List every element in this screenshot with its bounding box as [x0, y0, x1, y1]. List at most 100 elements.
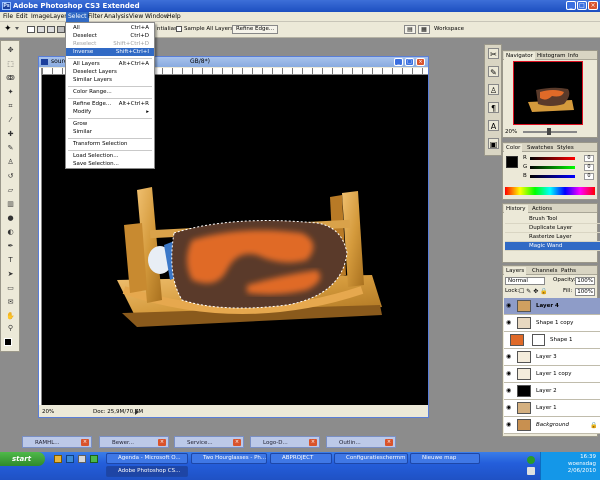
clone-source-icon[interactable]: ♙ — [488, 84, 499, 95]
layer-row-layer-3[interactable]: ◉ Layer 3 — [504, 349, 600, 366]
tab-info[interactable]: Info — [566, 52, 580, 60]
taskbar-button-nieuwe-map[interactable]: Nieuwe map — [410, 453, 480, 464]
visibility-eye-icon[interactable]: ◉ — [506, 320, 513, 326]
close-icon[interactable]: × — [588, 1, 598, 10]
r-slider[interactable] — [530, 157, 575, 160]
intersect-selection-icon[interactable] — [57, 26, 65, 33]
tab-channels[interactable]: Channels — [530, 267, 559, 275]
shape-tool-icon[interactable]: ▭ — [4, 283, 17, 293]
menu-item-grow[interactable]: Grow — [66, 120, 154, 128]
menu-item-transform-selection[interactable]: Transform Selection — [66, 140, 154, 148]
layer-row-layer-2[interactable]: ◉ Layer 2 — [504, 383, 600, 400]
tab-color[interactable]: Color — [504, 144, 523, 152]
taskbar-button-abproject[interactable]: ABPROJECT — [270, 453, 332, 464]
add-to-selection-icon[interactable] — [37, 26, 45, 33]
layer-row-shape-1-copy[interactable]: ◉ Shape 1 copy — [504, 315, 600, 332]
menu-item-similar[interactable]: Similar — [66, 128, 154, 136]
maximize-icon[interactable]: □ — [577, 1, 587, 10]
menu-item-deselect[interactable]: Deselect Ctrl+D — [66, 32, 154, 40]
menu-item-all[interactable]: All Ctrl+A — [66, 24, 154, 32]
menu-item-deselect-layers[interactable]: Deselect Layers — [66, 68, 154, 76]
subtract-from-selection-icon[interactable] — [47, 26, 55, 33]
minimized-doc[interactable]: RAMHL... × — [22, 436, 92, 448]
blend-mode-select[interactable]: Normal — [505, 277, 545, 285]
type-tool-icon[interactable]: T — [4, 255, 17, 265]
close-icon[interactable]: × — [158, 439, 166, 446]
crop-tool-icon[interactable]: ⌗ — [4, 101, 17, 111]
minimize-icon[interactable]: _ — [566, 1, 576, 10]
layer-row-layer-1[interactable]: ◉ Layer 1 — [504, 400, 600, 417]
visibility-eye-icon[interactable]: ◉ — [506, 388, 513, 394]
menu-item-refine-edge[interactable]: Refine Edge... Alt+Ctrl+R — [66, 100, 154, 108]
minimized-doc[interactable]: Outlin... × — [326, 436, 396, 448]
paragraph-panel-icon[interactable]: ¶ — [488, 102, 499, 113]
visibility-eye-icon[interactable]: ◉ — [506, 371, 513, 377]
history-state-duplicate-layer[interactable]: Duplicate Layer — [505, 224, 600, 233]
menu-help[interactable]: Help — [165, 12, 183, 22]
navigator-zoom[interactable]: 20% — [505, 129, 517, 135]
r-value[interactable]: 0 — [584, 155, 594, 162]
fill-input[interactable]: 100% — [575, 288, 595, 296]
b-slider[interactable] — [530, 175, 575, 178]
opacity-input[interactable]: 100% — [575, 277, 595, 285]
brush-tool-icon[interactable]: ✎ — [4, 143, 17, 153]
clock-time[interactable]: 16:39 — [541, 454, 596, 461]
close-icon[interactable]: × — [81, 439, 89, 446]
zoom-level[interactable]: 20% — [42, 407, 54, 417]
start-button[interactable]: start — [0, 452, 45, 466]
menu-item-inverse[interactable]: Inverse Shift+Ctrl+I — [66, 48, 154, 56]
layer-row-layer-4[interactable]: ◉ Layer 4 — [504, 298, 600, 315]
taskbar-button-two-hourglasses[interactable]: Two Hourglasses - Ph... — [191, 453, 267, 464]
tray-network-icon[interactable] — [527, 456, 535, 464]
zoom-tool-icon[interactable]: ⚲ — [4, 323, 17, 333]
menu-item-modify[interactable]: Modify ▸ — [66, 108, 154, 116]
history-state-brush-tool[interactable]: Brush Tool — [505, 215, 600, 224]
path-selection-icon[interactable]: ➤ — [4, 269, 17, 279]
move-tool-icon[interactable]: ✥ — [4, 45, 17, 55]
tab-history[interactable]: History — [504, 205, 528, 213]
quicklaunch-icon[interactable] — [78, 455, 86, 463]
brushes-panel-icon[interactable]: ▤ — [404, 25, 416, 34]
visibility-eye-icon[interactable]: ◉ — [506, 303, 513, 309]
tools-panel-icon[interactable]: ✂ — [488, 48, 499, 59]
close-icon[interactable]: × — [233, 439, 241, 446]
tab-navigator[interactable]: Navigator — [504, 52, 535, 60]
layer-row-background[interactable]: ◉ Background 🔒 — [504, 417, 600, 434]
history-brush-icon[interactable]: ↺ — [4, 171, 17, 181]
magic-wand-tool-icon[interactable]: ✦ — [4, 24, 12, 34]
dodge-tool-icon[interactable]: ◐ — [4, 227, 17, 237]
healing-brush-icon[interactable]: ✚ — [4, 129, 17, 139]
eyedropper-tool-icon[interactable]: ⁄ — [4, 115, 17, 125]
clone-stamp-icon[interactable]: ♙ — [4, 157, 17, 167]
taskbar-button-photoshop[interactable]: Adobe Photoshop CS... — [106, 466, 188, 477]
history-state-rasterize-layer[interactable]: Rasterize Layer — [505, 233, 600, 242]
tab-actions[interactable]: Actions — [530, 205, 554, 213]
close-icon[interactable]: × — [309, 439, 317, 446]
minimized-doc[interactable]: Service... × — [174, 436, 244, 448]
color-foreground-swatch[interactable] — [506, 156, 518, 168]
tab-layers[interactable]: Layers — [504, 267, 527, 275]
navigator-preview[interactable] — [513, 61, 583, 125]
quicklaunch-icon[interactable] — [54, 455, 62, 463]
color-spectrum-bar[interactable] — [505, 187, 595, 195]
b-value[interactable]: 0 — [584, 173, 594, 180]
tab-histogram[interactable]: Histogram — [535, 52, 568, 60]
doc-maximize-icon[interactable]: □ — [405, 58, 414, 66]
photoshop-app-icon[interactable]: Ps — [2, 2, 11, 10]
pen-tool-icon[interactable]: ✒ — [4, 241, 17, 251]
tab-styles[interactable]: Styles — [555, 144, 576, 152]
g-value[interactable]: 0 — [584, 164, 594, 171]
visibility-eye-icon[interactable]: ◉ — [506, 354, 513, 360]
menu-item-color-range[interactable]: Color Range... — [66, 88, 154, 96]
navigator-zoom-thumb[interactable] — [547, 128, 551, 135]
menu-item-all-layers[interactable]: All Layers Alt+Ctrl+A — [66, 60, 154, 68]
g-slider[interactable] — [530, 166, 575, 169]
taskbar-button-configuratiescherm[interactable]: Configuratieschermm — [334, 453, 408, 464]
tray-volume-icon[interactable] — [527, 467, 535, 475]
visibility-eye-icon[interactable]: ◉ — [506, 405, 513, 411]
brush-presets-icon[interactable]: ✎ — [488, 66, 499, 77]
minimized-doc[interactable]: Logo-D... × — [250, 436, 320, 448]
visibility-eye-icon[interactable]: ◉ — [506, 422, 513, 428]
history-state-magic-wand[interactable]: Magic Wand — [505, 242, 600, 251]
layer-row-shape-1[interactable]: Shape 1 — [504, 332, 600, 349]
